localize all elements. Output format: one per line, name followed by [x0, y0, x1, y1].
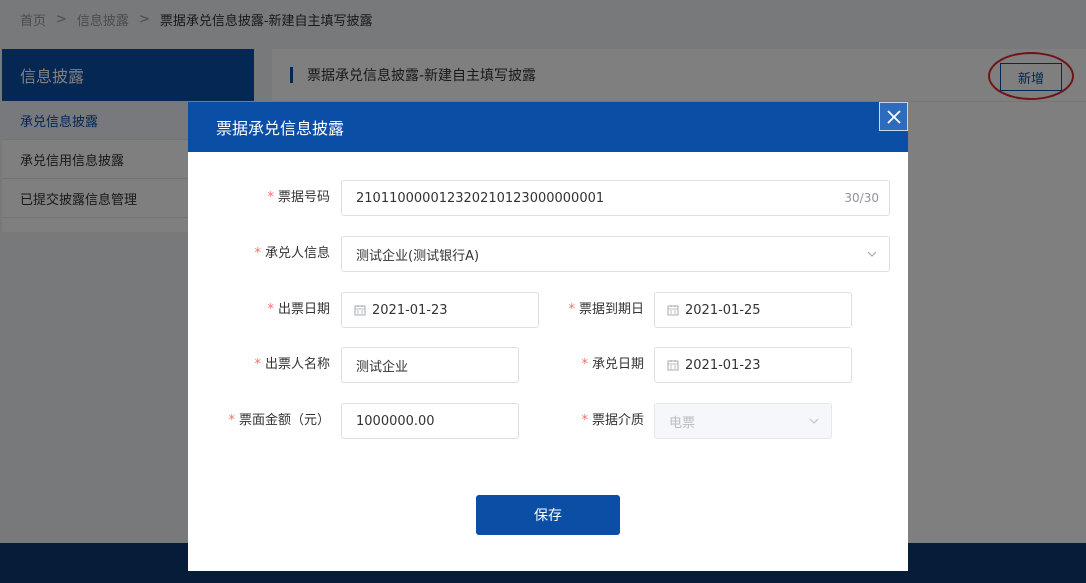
medium-select: 电票	[654, 403, 832, 439]
required-mark: *	[267, 190, 274, 205]
accept-date-picker[interactable]: 2021-01-23	[654, 347, 852, 383]
due-date-value: 2021-01-25	[685, 302, 761, 318]
close-icon	[886, 109, 901, 124]
modal-title: 票据承兑信息披露	[216, 119, 345, 138]
amount-input[interactable]: 1000000.00	[341, 403, 519, 439]
accept-date-value: 2021-01-23	[685, 357, 761, 373]
chevron-down-icon	[867, 251, 877, 257]
issue-date-value: 2021-01-23	[372, 302, 448, 318]
drawer-name-label: * 出票人名称	[254, 357, 330, 372]
drawer-name-value: 测试企业	[356, 359, 409, 375]
bill-no-label: * 票据号码	[267, 190, 330, 205]
due-date-label: * 票据到期日	[568, 302, 644, 317]
amount-label: * 票面金额（元）	[228, 413, 330, 428]
acceptor-value: 测试企业(测试银行A)	[356, 248, 480, 264]
close-button[interactable]	[879, 102, 908, 131]
calendar-icon	[667, 360, 679, 371]
due-date-picker[interactable]: 2021-01-25	[654, 292, 852, 328]
acceptor-select[interactable]: 测试企业(测试银行A)	[341, 236, 890, 272]
calendar-icon	[667, 305, 679, 316]
accept-date-label: * 承兑日期	[581, 357, 644, 372]
issue-date-picker[interactable]: 2021-01-23	[341, 292, 539, 328]
modal-header: 票据承兑信息披露	[188, 102, 908, 152]
medium-label: * 票据介质	[581, 413, 644, 428]
bill-no-input[interactable]: 210110000012320210123000000001 30/30	[341, 180, 890, 216]
char-count: 30/30	[844, 191, 879, 205]
bill-no-value: 210110000012320210123000000001	[356, 190, 605, 206]
drawer-name-input[interactable]: 测试企业	[341, 347, 519, 383]
disclosure-modal: 票据承兑信息披露 * 票据号码 2101100000123202101230000…	[188, 102, 908, 571]
issue-date-label: * 出票日期	[267, 302, 330, 317]
calendar-icon	[354, 305, 366, 316]
amount-value: 1000000.00	[356, 413, 435, 429]
acceptor-label: * 承兑人信息	[254, 246, 330, 261]
save-button[interactable]: 保存	[476, 495, 620, 535]
chevron-down-icon	[809, 418, 819, 424]
medium-value: 电票	[669, 415, 696, 431]
